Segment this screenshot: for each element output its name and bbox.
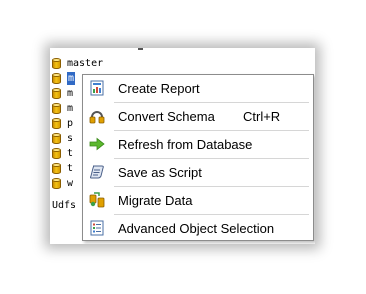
tree-item-master[interactable]: master — [52, 57, 103, 70]
menu-item-advanced-object-selection[interactable]: Advanced Object Selection — [83, 215, 313, 242]
database-icon — [52, 162, 61, 175]
tree-item[interactable]: p — [52, 117, 73, 130]
menu-item-migrate-data[interactable]: Migrate Data — [83, 187, 313, 214]
tree-item-label: m — [67, 103, 74, 114]
migrate-data-icon — [89, 192, 105, 208]
database-icon — [52, 132, 61, 145]
report-icon — [89, 80, 105, 96]
tree-item-label: master — [67, 58, 104, 69]
menu-item-label: Refresh from Database — [118, 137, 253, 152]
menu-item-shortcut: Ctrl+R — [243, 109, 281, 124]
menu-item-convert-schema[interactable]: Convert Schema Ctrl+R — [83, 103, 313, 130]
tree-item[interactable]: t — [52, 147, 73, 160]
database-icon — [52, 117, 61, 130]
tree-item-label: p — [67, 118, 74, 129]
tree-item-label: t — [67, 163, 74, 174]
database-icon — [52, 87, 61, 100]
tree-item[interactable]: m — [52, 87, 73, 100]
menu-item-label: Migrate Data — [118, 193, 193, 208]
save-script-icon — [89, 164, 105, 180]
database-icon — [52, 177, 61, 190]
database-icon — [52, 147, 61, 160]
screenshot-stage: master m m m p s t t w Udfs Create Repor… — [0, 0, 366, 294]
menu-item-label: Save as Script — [118, 165, 202, 180]
tree-item-selected[interactable]: m — [52, 72, 76, 85]
tree-item-label: m — [67, 72, 76, 85]
tree-item-udfs[interactable]: Udfs — [52, 199, 76, 212]
refresh-arrow-icon — [89, 136, 105, 152]
menu-item-create-report[interactable]: Create Report — [83, 75, 313, 102]
tree-item-label: m — [67, 88, 74, 99]
menu-item-save-as-script[interactable]: Save as Script — [83, 159, 313, 186]
menu-item-refresh-from-database[interactable]: Refresh from Database — [83, 131, 313, 158]
tree-item[interactable]: s — [52, 132, 73, 145]
database-icon — [52, 72, 61, 85]
context-menu: Create Report Convert Schema Ctrl+R Refr… — [82, 74, 314, 241]
database-icon — [52, 57, 61, 70]
database-icon — [52, 102, 61, 115]
menu-item-label: Create Report — [118, 81, 200, 96]
tree-item[interactable]: m — [52, 102, 73, 115]
tree-expander-fragment — [138, 48, 143, 50]
object-selection-icon — [89, 220, 105, 236]
menu-item-label: Advanced Object Selection — [118, 221, 275, 236]
tree-item-label: s — [67, 133, 74, 144]
tree-item-label: t — [67, 148, 74, 159]
screenshot-frame: master m m m p s t t w Udfs Create Repor… — [50, 48, 315, 244]
tree-item[interactable]: t — [52, 162, 73, 175]
convert-schema-icon — [89, 108, 105, 124]
menu-item-label: Convert Schema — [118, 109, 215, 124]
tree-item-label: w — [67, 178, 74, 189]
tree-item[interactable]: w — [52, 177, 73, 190]
